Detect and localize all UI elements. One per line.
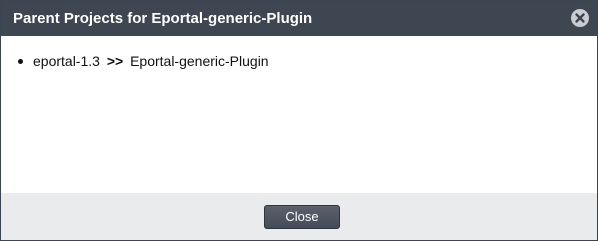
- dialog-content: eportal-1.3 >> Eportal-generic-Plugin: [1, 36, 597, 193]
- close-button[interactable]: Close: [264, 205, 340, 229]
- bullet-icon: [18, 59, 23, 64]
- dialog-title: Parent Projects for Eportal-generic-Plug…: [13, 10, 313, 27]
- list-item: eportal-1.3 >> Eportal-generic-Plugin: [18, 53, 269, 69]
- child-project-name: Eportal-generic-Plugin: [130, 53, 269, 69]
- parent-project-list: eportal-1.3 >> Eportal-generic-Plugin: [18, 53, 269, 69]
- parent-project-name: eportal-1.3: [33, 53, 100, 69]
- parent-projects-dialog: Parent Projects for Eportal-generic-Plug…: [0, 0, 598, 241]
- close-circle-icon[interactable]: [571, 9, 589, 27]
- dialog-titlebar[interactable]: Parent Projects for Eportal-generic-Plug…: [1, 1, 597, 36]
- dialog-footer: Close: [1, 193, 597, 240]
- hierarchy-separator: >>: [106, 53, 124, 69]
